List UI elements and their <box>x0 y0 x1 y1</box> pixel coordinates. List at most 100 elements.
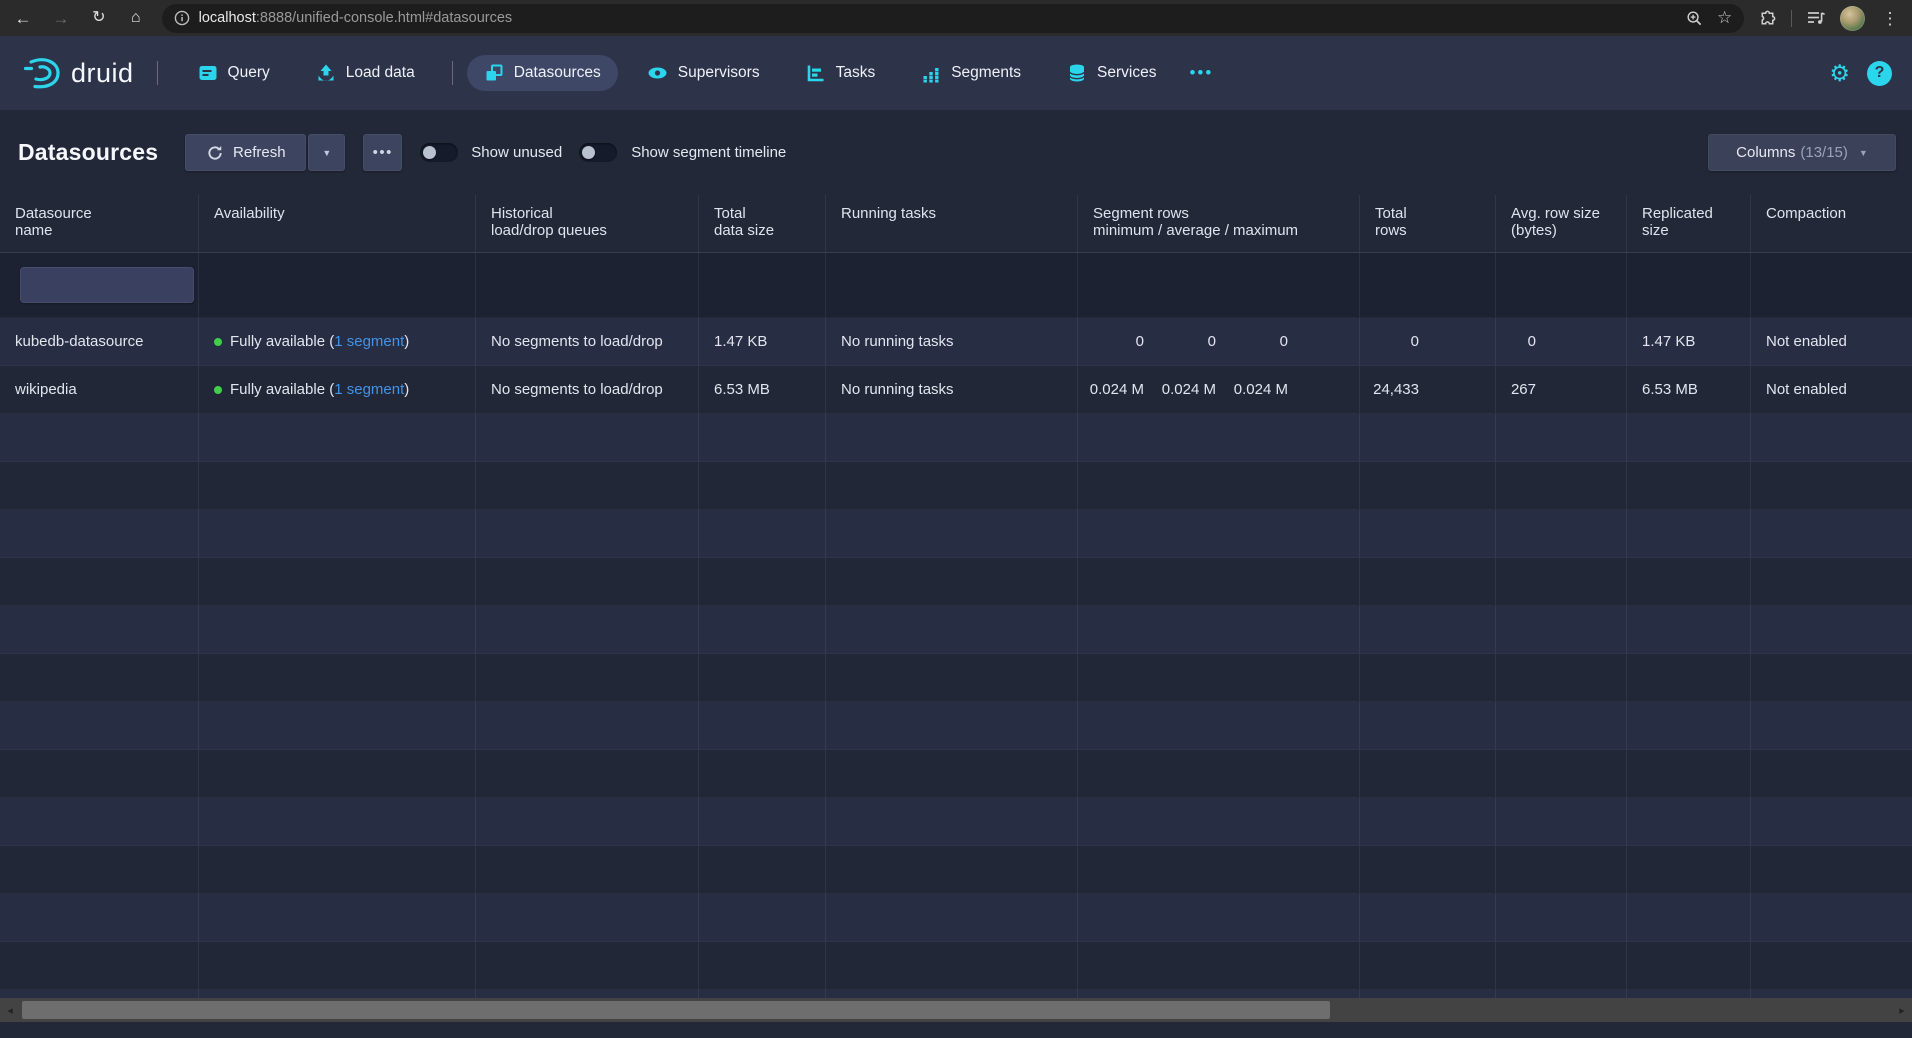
col-header-total-rows[interactable]: Totalrows <box>1360 195 1496 252</box>
total-data-size-cell: 6.53 MB <box>699 366 826 413</box>
col-header-total-data-size[interactable]: Totaldata size <box>699 195 826 252</box>
table-row-wikipedia[interactable]: wikipedia Fully available (1 segment) No… <box>0 366 1912 414</box>
profile-avatar[interactable] <box>1840 6 1865 31</box>
reload-icon[interactable]: ↻ <box>89 10 109 26</box>
availability-cell: Fully available (1 segment) <box>199 366 476 413</box>
site-info-icon[interactable] <box>174 10 190 26</box>
page-title: Datasources <box>18 139 158 166</box>
nav-divider <box>452 61 453 85</box>
app-navbar: druid Query Load data Datasources Superv… <box>0 36 1912 110</box>
scrollbar-thumb[interactable] <box>22 1001 1330 1019</box>
availability-cell: Fully available (1 segment) <box>199 318 476 365</box>
empty-row <box>0 606 1912 654</box>
empty-row <box>0 654 1912 702</box>
table-row-kubedb-datasource[interactable]: kubedb-datasource Fully available (1 seg… <box>0 318 1912 366</box>
empty-row <box>0 510 1912 558</box>
col-header-avg-row-size[interactable]: Avg. row size(bytes) <box>1496 195 1627 252</box>
forward-icon[interactable]: → <box>51 10 71 27</box>
datasource-filter-input[interactable] <box>20 267 194 303</box>
running-tasks-cell: No running tasks <box>826 318 1078 365</box>
extensions-icon[interactable] <box>1758 9 1777 28</box>
avg-row-size-cell: 0 <box>1496 318 1627 365</box>
table-header-row: Datasourcename Availability Historicallo… <box>0 195 1912 253</box>
tab-datasources[interactable]: Datasources <box>467 55 618 91</box>
col-header-segment-rows[interactable]: Segment rowsminimum / average / maximum <box>1078 195 1360 252</box>
datasource-name-cell[interactable]: kubedb-datasource <box>0 318 199 365</box>
segment-count-link[interactable]: 1 segment <box>334 381 404 398</box>
empty-row <box>0 558 1912 606</box>
tab-load-data[interactable]: Load data <box>299 55 432 91</box>
empty-rows-area <box>0 414 1912 1002</box>
show-segment-timeline-label: Show segment timeline <box>631 144 786 161</box>
media-controls-icon[interactable] <box>1806 9 1826 27</box>
scroll-right-arrow-icon[interactable]: ▸ <box>1894 998 1910 1022</box>
empty-row <box>0 462 1912 510</box>
empty-row <box>0 846 1912 894</box>
browser-menu-icon[interactable]: ⋮ <box>1880 10 1900 27</box>
more-actions-button[interactable]: ••• <box>363 134 402 171</box>
datasources-table: Datasourcename Availability Historicallo… <box>0 195 1912 1002</box>
segment-count-link[interactable]: 1 segment <box>334 333 404 350</box>
available-status-dot <box>214 338 222 346</box>
col-header-historical-queues[interactable]: Historicalload/drop queues <box>476 195 699 252</box>
tab-query[interactable]: Query <box>181 55 287 91</box>
view-header: Datasources Refresh ▼ ••• Show unused Sh… <box>0 110 1912 195</box>
segment-rows-cell: 000 <box>1078 318 1360 365</box>
col-header-compaction[interactable]: Compaction <box>1751 195 1912 252</box>
druid-logo[interactable]: druid <box>22 55 134 91</box>
horizontal-scrollbar[interactable]: ◂ ▸ <box>0 998 1912 1022</box>
columns-button[interactable]: Columns (13/15) ▼ <box>1708 134 1896 171</box>
nav-divider <box>157 61 158 85</box>
load-drop-cell: No segments to load/drop <box>476 318 699 365</box>
empty-row <box>0 702 1912 750</box>
load-drop-cell: No segments to load/drop <box>476 366 699 413</box>
avg-row-size-cell: 267 <box>1496 366 1627 413</box>
browser-toolbar: ← → ↻ ⌂ localhost:8888/unified-console.h… <box>0 0 1912 36</box>
scroll-left-arrow-icon[interactable]: ◂ <box>2 998 18 1022</box>
available-status-dot <box>214 386 222 394</box>
refresh-button[interactable]: Refresh <box>185 134 306 171</box>
tab-tasks[interactable]: Tasks <box>789 55 893 91</box>
bookmark-star-icon[interactable]: ☆ <box>1717 8 1732 28</box>
tab-segments[interactable]: Segments <box>904 55 1038 91</box>
running-tasks-cell: No running tasks <box>826 366 1078 413</box>
back-icon[interactable]: ← <box>13 10 33 27</box>
show-segment-timeline-toggle[interactable] <box>579 143 617 162</box>
nav-more-button[interactable]: ••• <box>1189 63 1213 83</box>
tab-supervisors[interactable]: Supervisors <box>630 55 777 91</box>
total-data-size-cell: 1.47 KB <box>699 318 826 365</box>
upload-icon <box>316 63 336 83</box>
segment-rows-cell: 0.024 M0.024 M0.024 M <box>1078 366 1360 413</box>
col-header-datasource-name[interactable]: Datasourcename <box>0 195 199 252</box>
datasource-name-cell[interactable]: wikipedia <box>0 366 199 413</box>
stacked-chart-icon <box>921 63 941 83</box>
total-rows-cell: 0 <box>1360 318 1496 365</box>
empty-row <box>0 798 1912 846</box>
col-header-running-tasks[interactable]: Running tasks <box>826 195 1078 252</box>
show-unused-toggle[interactable] <box>420 143 458 162</box>
address-bar[interactable]: localhost:8888/unified-console.html#data… <box>162 4 1745 33</box>
compaction-cell: Not enabled <box>1751 318 1912 365</box>
druid-brand-text: druid <box>71 58 134 89</box>
datasources-icon <box>484 63 504 83</box>
toggle-knob <box>423 146 436 159</box>
console-icon <box>198 63 218 83</box>
empty-row <box>0 750 1912 798</box>
home-icon[interactable]: ⌂ <box>126 10 146 26</box>
tab-services[interactable]: Services <box>1050 55 1173 91</box>
empty-row <box>0 942 1912 990</box>
chevron-down-icon: ▼ <box>1859 148 1868 158</box>
toggle-knob <box>582 146 595 159</box>
zoom-icon[interactable] <box>1686 10 1703 27</box>
empty-row <box>0 894 1912 942</box>
settings-gear-icon[interactable]: ⚙ <box>1829 62 1850 85</box>
total-rows-cell: 24,433 <box>1360 366 1496 413</box>
refresh-dropdown-button[interactable]: ▼ <box>308 134 345 171</box>
toolbar-divider <box>1791 10 1792 27</box>
replicated-size-cell: 6.53 MB <box>1627 366 1751 413</box>
help-icon[interactable]: ? <box>1867 61 1892 86</box>
col-header-replicated-size[interactable]: Replicatedsize <box>1627 195 1751 252</box>
col-header-availability[interactable]: Availability <box>199 195 476 252</box>
filter-row <box>0 253 1912 318</box>
eye-icon <box>647 63 668 83</box>
